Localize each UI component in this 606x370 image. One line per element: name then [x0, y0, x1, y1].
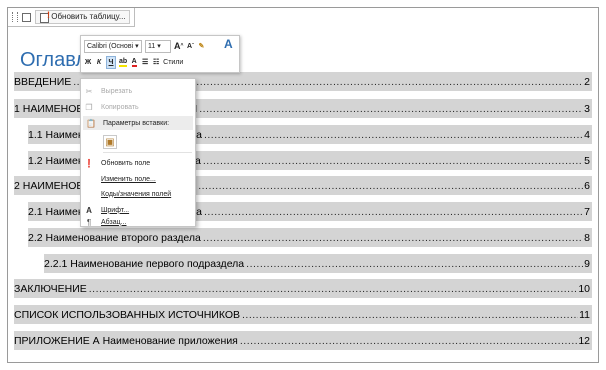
toc-entry[interactable]: СПИСОК ИСПОЛЬЗОВАННЫХ ИСТОЧНИКОВ 11 [14, 305, 592, 324]
font-size-value: 11 [148, 42, 156, 50]
toc-leader [199, 103, 583, 115]
toc-leader [198, 180, 583, 192]
numbering-icon: ☷ [153, 59, 160, 66]
chevron-down-icon: ▾ [157, 43, 161, 50]
mini-toolbar: Calibri (Основі ▾ 11 ▾ A ^ Aˇ ✎ A Ж К Ч a… [80, 35, 240, 73]
styles-label[interactable]: Стили [163, 57, 183, 68]
toc-page-number: 7 [584, 205, 590, 218]
context-menu: ✂ Вырезать ❐ Копировать 📋 Параметры вста… [80, 78, 196, 227]
scissors-icon: ✂ [85, 86, 93, 96]
toc-menu-icon[interactable] [22, 12, 31, 22]
highlight-button[interactable]: ab [119, 57, 128, 68]
menu-item-cut[interactable]: ✂ Вырезать [81, 83, 195, 99]
bullets-icon: ☰ [142, 59, 149, 66]
toc-leader [204, 129, 583, 141]
clipboard-icon: 📋 [86, 118, 96, 128]
paste-option-keep-text[interactable]: ▣ [103, 135, 117, 149]
toc-leader [240, 335, 577, 347]
toc-entry-text: ВВЕДЕНИЕ [14, 75, 72, 88]
bullets-button[interactable]: ☰ [141, 57, 149, 68]
toc-page-number: 6 [584, 179, 590, 192]
toc-leader [89, 283, 578, 295]
menu-item-update-field[interactable]: ❗ Обновить поле [81, 155, 195, 171]
toc-page-number: 8 [584, 231, 590, 244]
font-size-dropdown[interactable]: 11 ▾ [145, 39, 171, 53]
paste-icon: ▣ [105, 136, 115, 148]
format-painter-button[interactable]: ✎ [197, 41, 205, 52]
toc-leader [203, 232, 583, 244]
styles-button[interactable]: A [224, 36, 233, 51]
menu-item-label: Изменить поле... [101, 175, 156, 183]
toc-page-number: 11 [579, 308, 590, 321]
menu-item-label: Абзац... [101, 218, 127, 226]
toc-leader [204, 206, 583, 218]
toc-page-number: 4 [584, 128, 590, 141]
font-name-value: Calibri (Основі [87, 42, 134, 50]
update-table-label: Обновить таблицу... [51, 12, 126, 22]
menu-item-label: Копировать [101, 103, 139, 111]
update-icon [39, 10, 50, 23]
drag-grip-icon[interactable] [12, 12, 18, 22]
toc-entry-text: СПИСОК ИСПОЛЬЗОВАННЫХ ИСТОЧНИКОВ [14, 308, 241, 321]
font-color-button[interactable]: A [130, 57, 138, 68]
menu-item-paragraph[interactable]: ¶ Абзац... [81, 214, 195, 230]
grow-font-button[interactable]: A ^ [174, 41, 183, 52]
toc-entry[interactable]: ЗАКЛЮЧЕНИЕ 10 [14, 279, 592, 298]
toc-entry-text: ЗАКЛЮЧЕНИЕ [14, 282, 87, 295]
paste-options-label: Параметры вставки: [103, 119, 170, 127]
menu-item-toggle-codes[interactable]: Коды/значения полей [81, 186, 195, 202]
toc-page-number: 3 [584, 102, 590, 115]
menu-item-copy[interactable]: ❐ Копировать [81, 99, 195, 115]
menu-separator [103, 152, 192, 153]
menu-item-label: Вырезать [101, 87, 133, 95]
highlighter-icon: ab [119, 57, 128, 67]
toc-entry-text: 2.2 Наименование второго раздела [28, 231, 201, 244]
numbering-button[interactable]: ☷ [152, 57, 160, 68]
toc-page-number: 9 [584, 257, 590, 270]
toc-entry[interactable]: 2.2.1 Наименование первого подраздела 9 [44, 254, 592, 273]
bold-button[interactable]: Ж [84, 57, 92, 68]
underline-button[interactable]: Ч [106, 55, 116, 69]
toc-entry[interactable]: ПРИЛОЖЕНИЕ А Наименование приложения 12 [14, 331, 592, 350]
chevron-down-icon: ▾ [135, 43, 139, 50]
toc-leader [242, 309, 578, 321]
toc-page-number: 12 [578, 334, 590, 347]
menu-item-label: Шрифт... [101, 206, 130, 214]
toc-leader [246, 258, 583, 270]
update-field-icon: ❗ [84, 158, 94, 168]
toc-page-number: 10 [578, 282, 590, 295]
paragraph-icon: ¶ [86, 217, 92, 227]
italic-button[interactable]: К [95, 57, 103, 68]
font-name-dropdown[interactable]: Calibri (Основі ▾ [84, 39, 142, 53]
toc-page-number: 2 [584, 75, 590, 88]
toc-page-number: 5 [584, 154, 590, 167]
copy-icon: ❐ [85, 102, 93, 112]
menu-item-edit-field[interactable]: Изменить поле... [81, 171, 195, 187]
shrink-font-button[interactable]: Aˇ [186, 41, 194, 52]
font-color-icon: A [131, 57, 137, 67]
toc-entry[interactable]: 2.2 Наименование второго раздела 8 [28, 228, 592, 247]
menu-item-label: Коды/значения полей [101, 190, 172, 198]
toc-leader [203, 155, 583, 167]
format-painter-icon: ✎ [198, 43, 205, 50]
toc-entry-text: ПРИЛОЖЕНИЕ А Наименование приложения [14, 334, 238, 347]
styles-icon: A [224, 36, 233, 51]
toc-field-tab[interactable]: Обновить таблицу... [8, 8, 135, 27]
menu-item-label: Обновить поле [101, 159, 151, 167]
paste-options-header: 📋 Параметры вставки: [83, 116, 193, 130]
update-table-button[interactable]: Обновить таблицу... [35, 10, 130, 24]
toc-entry-text: 2.2.1 Наименование первого подраздела [44, 257, 245, 270]
